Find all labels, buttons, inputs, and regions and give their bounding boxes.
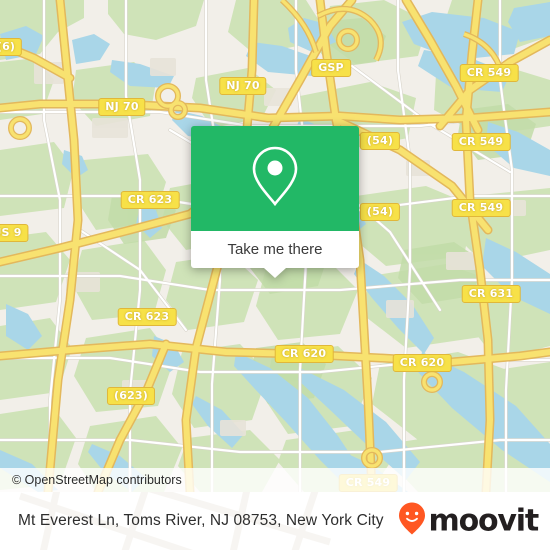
- route-shield: CR 549: [451, 133, 511, 151]
- address-label: Mt Everest Ln, Toms River, NJ 08753, New…: [18, 512, 384, 529]
- location-popup[interactable]: Take me there: [191, 126, 359, 278]
- route-shield: CR 631: [461, 285, 521, 303]
- route-shield: (54): [359, 132, 401, 150]
- footer-bar: Mt Everest Ln, Toms River, NJ 08753, New…: [0, 492, 550, 550]
- route-shield: CR 549: [459, 64, 519, 82]
- popup-action[interactable]: Take me there: [191, 231, 359, 278]
- map-attribution: © OpenStreetMap contributors: [0, 468, 550, 492]
- route-shield: CR 623: [117, 308, 177, 326]
- route-shield: NJ 70: [98, 98, 146, 116]
- popup-tail: [264, 268, 286, 278]
- route-shield: (623): [106, 387, 156, 405]
- route-shield: CR 549: [451, 199, 511, 217]
- route-shield: (6): [0, 38, 23, 56]
- route-shield: NJ 70: [219, 77, 267, 95]
- route-shield: CR 620: [392, 354, 452, 372]
- map-pin-icon: [249, 144, 301, 213]
- moovit-pin-icon: [398, 502, 426, 541]
- moovit-wordmark: moovit: [428, 503, 540, 538]
- route-shield: CR 623: [120, 191, 180, 209]
- route-shield: CR 620: [274, 345, 334, 363]
- moovit-logo: moovit: [398, 502, 540, 541]
- map-canvas[interactable]: (6) NJ 70 NJ 70 GSP CR 549 CR 549 (54) (54) CR 5…: [0, 0, 550, 492]
- route-shield: US 9: [0, 224, 29, 242]
- take-me-there-label: Take me there: [227, 241, 323, 258]
- map-screen: (6) NJ 70 NJ 70 GSP CR 549 CR 549 (54) (54) CR 5…: [0, 0, 550, 550]
- attribution-text: © OpenStreetMap contributors: [12, 473, 182, 487]
- popup-header: [191, 126, 359, 231]
- route-shield: (54): [359, 203, 401, 221]
- route-shield: GSP: [311, 59, 351, 77]
